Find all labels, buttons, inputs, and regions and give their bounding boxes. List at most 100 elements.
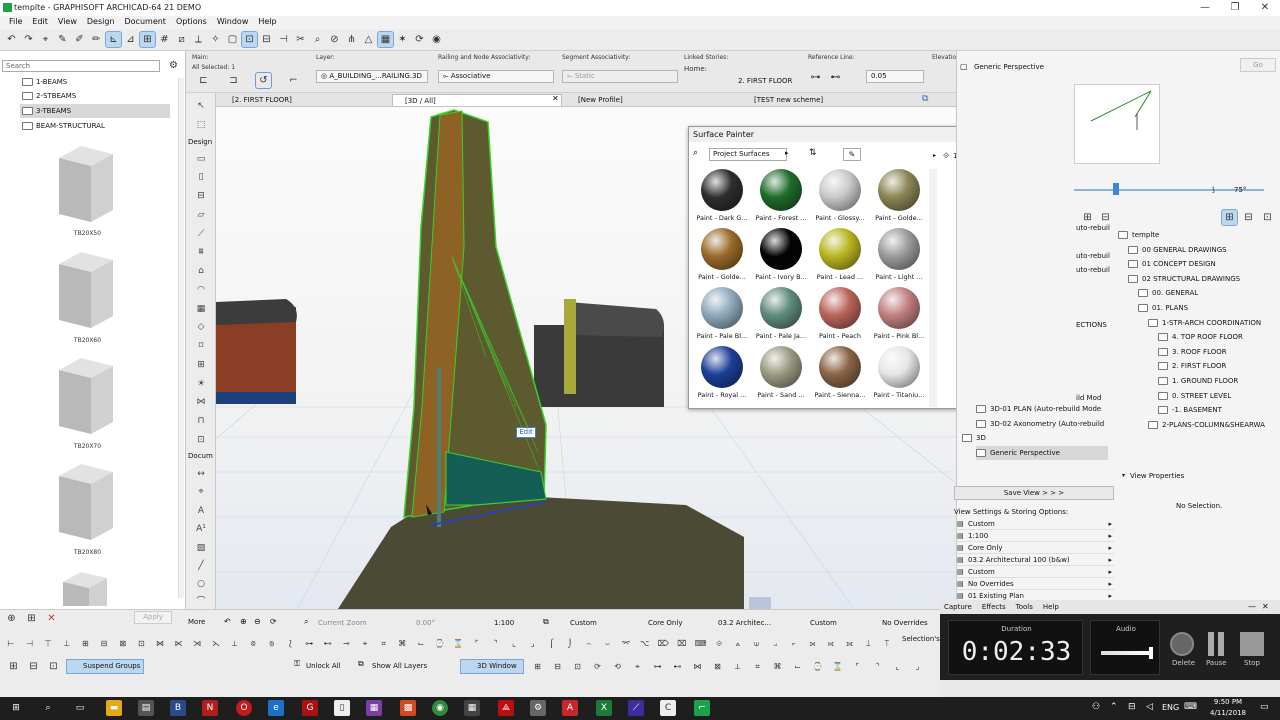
text-tool-icon[interactable]: A	[194, 505, 208, 517]
3d-grid-icon[interactable]: ▦	[377, 31, 394, 48]
arrow-icon[interactable]: ↺	[255, 72, 272, 89]
label-tool-icon[interactable]: A¹	[194, 523, 208, 535]
surface-swatch[interactable]: Paint - Sienna...	[811, 346, 869, 404]
railing-associativity-select[interactable]: ⟜ Associative	[438, 70, 554, 83]
scissors-icon[interactable]: ✂	[293, 32, 308, 47]
marquee-tool-icon[interactable]: ⬚	[194, 119, 208, 131]
sort-icon[interactable]: ⇅	[809, 148, 817, 158]
navigator-preview[interactable]	[1074, 84, 1160, 164]
pin-icon[interactable]: ⊕	[4, 611, 19, 626]
network-icon[interactable]: ⊟	[1128, 702, 1136, 712]
edit-tool-icon[interactable]: ⌢	[582, 636, 596, 651]
close-button[interactable]: ✕	[1250, 0, 1280, 16]
view-properties-header[interactable]: View Properties	[1130, 472, 1184, 480]
recorder-minimize-icon[interactable]: —	[1248, 602, 1256, 611]
swatch-scrollbar[interactable]	[929, 169, 937, 407]
edit-tool-icon[interactable]: ⌘	[395, 636, 409, 651]
edit-tool-icon[interactable]: ⟅	[284, 636, 298, 651]
tab-first-floor[interactable]: [2. FIRST FLOOR]	[220, 94, 390, 106]
recorder-menu-help[interactable]: Help	[1043, 600, 1059, 614]
stop-icon[interactable]	[1240, 632, 1264, 656]
edit-tool-icon[interactable]: ⌛	[451, 636, 465, 651]
geometry-icon[interactable]: ⌐	[286, 73, 301, 88]
surface-swatch[interactable]: Paint - Golde...	[693, 228, 751, 286]
project-tree-item[interactable]: 0. STREET LEVEL	[1158, 389, 1231, 403]
edit-tool-icon[interactable]: ⟗	[843, 636, 857, 651]
3d-tool-icon[interactable]: ⌞	[890, 660, 905, 674]
redo-icon[interactable]: ↷	[21, 32, 36, 47]
edit-tool-icon[interactable]: ⌣	[601, 636, 615, 651]
keyboard-icon[interactable]: ⌨	[1184, 702, 1197, 712]
dimension-tool-icon[interactable]: ↔	[194, 468, 208, 480]
edit-tool-icon[interactable]: ⋋	[209, 636, 223, 651]
view-setting-row[interactable]: ▤ Custom ▸	[954, 566, 1114, 578]
file-explorer-icon[interactable]: ▬	[106, 700, 122, 716]
tab-test-new-scheme[interactable]: [TEST new scheme]	[742, 94, 912, 106]
edit-tool-icon[interactable]: ⟂	[228, 636, 242, 651]
edit-tool-icon[interactable]: ⋉	[172, 636, 186, 651]
arc-tool-icon[interactable]: ○	[194, 578, 208, 590]
archicad-taskbar-icon[interactable]: ⌐	[694, 700, 710, 716]
maximize-button[interactable]: ❐	[1220, 0, 1250, 16]
ungroup-icon[interactable]: ⊟	[26, 659, 41, 674]
3d-tool-icon[interactable]: ⟲	[610, 660, 625, 674]
shell-tool-icon[interactable]: ◠	[194, 284, 208, 296]
task-view-icon[interactable]: ▭	[72, 700, 88, 716]
layout-book-icon[interactable]: ⊞	[1221, 209, 1238, 226]
edit-tool-icon[interactable]: ⟘	[861, 636, 875, 651]
go-button[interactable]: Go	[1240, 58, 1276, 72]
beam-tool-icon[interactable]: ⊟	[194, 190, 208, 202]
3d-tool-icon[interactable]: ⊞	[530, 660, 545, 674]
edit-tool-icon[interactable]: ⌝	[489, 636, 503, 651]
menu-options[interactable]: Options	[171, 16, 212, 29]
wall-tool-icon[interactable]: ▭	[194, 153, 208, 165]
project-tree-item[interactable]: -1. BASEMENT	[1158, 403, 1222, 417]
document-icon[interactable]: ▯	[334, 700, 350, 716]
more-label[interactable]: More	[188, 618, 205, 626]
segment-associativity-select[interactable]: ⟜ Static	[562, 70, 678, 83]
app-purple-icon[interactable]: ▦	[366, 700, 382, 716]
view-tree-item[interactable]: 3D	[962, 431, 986, 445]
view-setting-row[interactable]: ▤ 03.2 Architectural 100 (b&w) ▸	[954, 554, 1114, 566]
edit-tool-icon[interactable]: ⟔	[787, 636, 801, 651]
edit-tool-icon[interactable]: ⌧	[675, 636, 689, 651]
zoom-window-icon[interactable]: ⊟	[259, 32, 274, 47]
view-tree-item[interactable]: Generic Perspective	[976, 445, 1108, 460]
zone-tool-icon[interactable]: ⊞	[194, 359, 208, 371]
clock-date[interactable]: 4/11/2018	[1204, 709, 1252, 717]
3d-window-button[interactable]: 3D Window	[460, 659, 524, 674]
layer-icon[interactable]: ⊞	[139, 31, 156, 48]
project-tree-item[interactable]: 1. GROUND FLOOR	[1158, 374, 1238, 388]
layer-combination-field[interactable]: Custom	[570, 617, 597, 629]
fill-tool-icon[interactable]: ▨	[194, 542, 208, 554]
chevron-down-icon[interactable]: ▾	[1122, 472, 1125, 479]
edit-tool-icon[interactable]: ⊣	[23, 636, 37, 651]
project-tree-item[interactable]: 02 STRUCTURAL DRAWINGS	[1128, 272, 1240, 286]
edit-tool-icon[interactable]: ⊟	[97, 636, 111, 651]
chevron-right-icon[interactable]: ▸	[933, 152, 936, 159]
surface-swatch[interactable]: Paint - Golde...	[870, 169, 928, 227]
menu-edit[interactable]: Edit	[27, 16, 53, 29]
menu-help[interactable]: Help	[253, 16, 281, 29]
surface-swatch[interactable]: Paint - Dark G...	[693, 169, 751, 227]
acrobat-icon[interactable]: ⟁	[498, 700, 514, 716]
edit-tool-icon[interactable]: ⟃	[246, 636, 260, 651]
tree-item-3-tbeams[interactable]: 3-TBEAMS	[20, 104, 170, 118]
section-icon[interactable]: ⊣	[276, 32, 291, 47]
notifications-icon[interactable]: ▭	[1260, 702, 1269, 712]
edit-tool-icon[interactable]: ⌗	[377, 636, 391, 651]
clock-time[interactable]: 9:50 PM	[1208, 698, 1248, 706]
railing-tool-icon[interactable]: ⊏	[196, 73, 211, 88]
chevron-right-icon[interactable]: ▸	[785, 149, 789, 157]
railing-tool-icon[interactable]: ⩩	[194, 246, 208, 258]
3d-tool-icon[interactable]: ⌘	[770, 660, 785, 674]
surface-swatch[interactable]: Paint - Ivory B...	[752, 228, 810, 286]
opera-icon[interactable]: O	[236, 700, 252, 716]
surface-swatch[interactable]: Paint - Pale Bl...	[693, 287, 751, 345]
organizer-icon[interactable]: ⊡	[1260, 210, 1275, 225]
chrome-icon[interactable]: ◉	[432, 700, 448, 716]
split-icon[interactable]: ⋔	[344, 32, 359, 47]
surface-swatch[interactable]: Paint - Royal ...	[693, 346, 751, 404]
edit-tool-icon[interactable]: ⌤	[619, 636, 633, 651]
edit-popup-button[interactable]: Edit	[516, 427, 536, 438]
